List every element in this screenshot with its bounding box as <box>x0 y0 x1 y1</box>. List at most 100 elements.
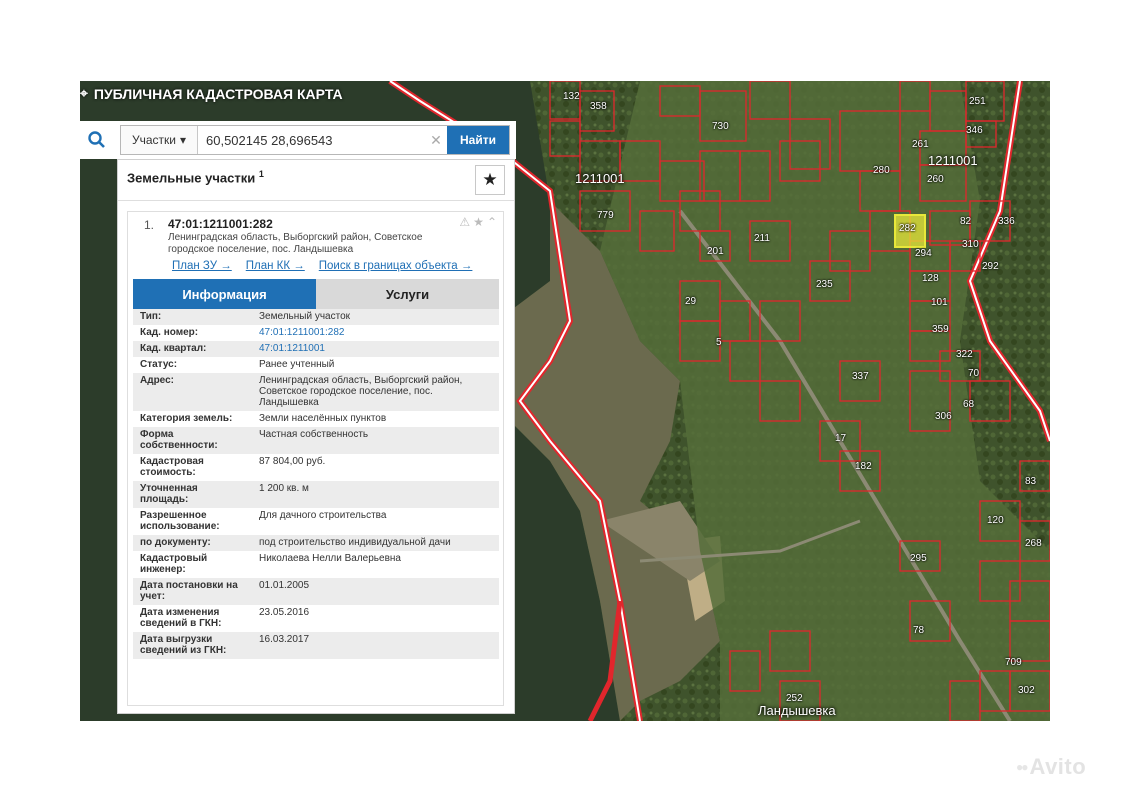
info-value: под строительство индивидуальной дачи <box>252 535 499 551</box>
panel-title-text: Земельные участки <box>127 170 256 186</box>
info-row: Уточненная площадь: 1 200 кв. м <box>133 481 499 508</box>
info-key: Кад. квартал: <box>133 341 252 357</box>
panel-header: Земельные участки 1 ★ <box>118 160 514 201</box>
info-value: 16.03.2017 <box>252 632 499 659</box>
plot-label: 709 <box>1005 657 1022 668</box>
info-row: Дата постановки на учет: 01.01.2005 <box>133 578 499 605</box>
plot-label: 17 <box>835 433 847 444</box>
info-key: Дата выгрузки сведений из ГКН: <box>133 632 252 659</box>
search-icon[interactable] <box>80 123 114 157</box>
plot-label: 132 <box>563 91 580 102</box>
panel-title: Земельные участки 1 <box>127 169 264 185</box>
search-button[interactable]: Найти <box>447 126 509 154</box>
plot-label: 5 <box>716 337 722 348</box>
card-tools: ⚠ ★ ⌃ <box>459 215 497 229</box>
info-row: Категория земель: Земли населённых пункто… <box>133 411 499 427</box>
info-row: Кадастровый инженер: Николаева Нелли Вале… <box>133 551 499 578</box>
info-value: Для дачного строительства <box>259 510 387 521</box>
info-key: Кадастровая стоимость: <box>140 456 204 478</box>
info-value: Земли населённых пунктов <box>259 413 387 424</box>
info-row: Кад. номер: 47:01:1211001:282 <box>133 325 499 341</box>
info-row: Разрешенное использование: Для дачного ст… <box>133 508 499 535</box>
avito-watermark-text: Avito <box>1029 754 1087 779</box>
plot-label: 82 <box>960 216 972 227</box>
info-row: по документу: под строительство индивидуа… <box>133 535 499 551</box>
plot-label: 235 <box>816 279 833 290</box>
search-type-dropdown[interactable]: Участки ▾ <box>121 126 198 154</box>
clear-icon[interactable]: ✕ <box>425 126 447 154</box>
info-value: 01.01.2005 <box>252 578 499 605</box>
info-row: Кадастровая стоимость: 87 804,00 руб. <box>133 454 499 481</box>
plot-label: 322 <box>956 349 973 360</box>
result-cad-number: 47:01:1211001:282 <box>168 217 273 231</box>
plot-label: 280 <box>873 165 890 176</box>
info-row: Дата выгрузки сведений из ГКН: 16.03.2017 <box>133 632 499 659</box>
info-key: Кадастровый инженер: <box>140 553 208 575</box>
info-value-link[interactable]: 47:01:1211001:282 <box>252 325 499 341</box>
chevron-down-icon: ▾ <box>179 133 187 147</box>
results-panel: Земельные участки 1 ★ 1. 47:01:1211001:2… <box>117 159 515 714</box>
app-title-text: ПУБЛИЧНАЯ КАДАСТРОВАЯ КАРТА <box>93 85 343 102</box>
info-key: Форма собственности: <box>133 427 252 454</box>
search-bar: Участки ▾ ✕ Найти <box>80 121 516 159</box>
result-card[interactable]: 1. 47:01:1211001:282 Ленинградская облас… <box>127 211 504 706</box>
plot-label: 730 <box>712 121 729 132</box>
tabs: Информация Услуги <box>133 279 499 309</box>
app-title: ⌖ ПУБЛИЧНАЯ КАДАСТРОВАЯ КАРТА <box>80 85 343 102</box>
info-value: Ранее учтенный <box>259 359 335 370</box>
plot-label: 252 <box>786 693 803 704</box>
info-value: Частная собственность <box>252 427 499 454</box>
plot-label: 779 <box>597 210 614 221</box>
plot-label: 120 <box>987 515 1004 526</box>
info-key: Категория земель: <box>140 413 233 424</box>
info-key: Дата изменения сведений в ГКН: <box>140 607 222 629</box>
plot-label: 211 <box>754 233 770 244</box>
search-box: Участки ▾ ✕ Найти <box>120 125 510 155</box>
warning-icon[interactable]: ⚠ <box>459 215 470 229</box>
tab-services[interactable]: Услуги <box>316 279 499 309</box>
plot-label: 346 <box>966 125 983 136</box>
search-in-bounds-link[interactable]: Поиск в границах объекта → <box>319 260 473 272</box>
info-key: Тип: <box>133 309 252 325</box>
tab-information[interactable]: Информация <box>133 279 316 309</box>
plot-label: 292 <box>982 261 999 272</box>
info-value: Николаева Нелли Валерьевна <box>259 553 401 564</box>
info-key: Статус: <box>140 359 178 370</box>
plot-label: 201 <box>707 246 724 257</box>
plan-kk-link[interactable]: План КК → <box>246 260 305 272</box>
info-value: Земельный участок <box>252 309 499 325</box>
search-input[interactable] <box>198 126 425 154</box>
plot-label: 336 <box>998 216 1015 227</box>
star-icon[interactable]: ★ <box>473 215 484 229</box>
result-count: 1 <box>258 169 264 179</box>
info-value: 1 200 кв. м <box>252 481 499 508</box>
plot-label: 29 <box>685 296 697 307</box>
info-row: Тип: Земельный участок <box>133 309 499 325</box>
info-row: Статус: Ранее учтенный <box>133 357 499 373</box>
quarter-label: 1211001 <box>928 153 978 168</box>
favorites-star-icon[interactable]: ★ <box>475 165 505 195</box>
card-links: План ЗУ → План КК → Поиск в границах объ… <box>172 260 472 272</box>
plot-label: 261 <box>912 139 929 150</box>
info-value: 87 804,00 руб. <box>259 456 326 467</box>
plot-label: 358 <box>590 101 607 112</box>
avito-logo-icon: ●● <box>1016 760 1028 774</box>
plot-label: 101 <box>931 297 948 308</box>
plan-zu-link[interactable]: План ЗУ → <box>172 260 232 272</box>
info-value-link[interactable]: 47:01:1211001 <box>252 341 499 357</box>
plot-label: 268 <box>1025 538 1042 549</box>
info-value: Ленинградская область, Выборгский район,… <box>252 373 499 411</box>
plot-label: 68 <box>963 399 975 410</box>
result-card-header: 1. 47:01:1211001:282 Ленинградская облас… <box>128 212 503 278</box>
info-key: Дата постановки на учет: <box>133 578 252 605</box>
plot-label: 251 <box>969 96 986 107</box>
info-value: 23.05.2016 <box>259 607 310 618</box>
result-index: 1. <box>144 218 155 232</box>
info-row: Кад. квартал: 47:01:1211001 <box>133 341 499 357</box>
chevron-up-icon[interactable]: ⌃ <box>487 215 497 229</box>
info-key: Кад. номер: <box>140 327 199 338</box>
plot-label: 306 <box>935 411 952 422</box>
search-type-label: Участки <box>131 133 176 147</box>
map-viewport[interactable]: 1211001 1211001 Ландышевка 132 358 730 2… <box>80 81 1050 721</box>
plot-label: 310 <box>962 239 979 250</box>
